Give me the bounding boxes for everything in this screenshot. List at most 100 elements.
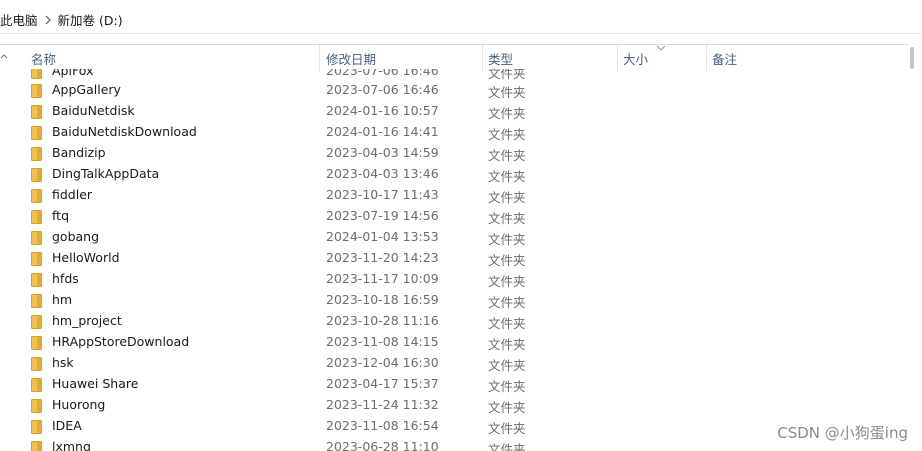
list-item[interactable]: HRAppStoreDownload 2023-11-08 14:15 文件夹 — [0, 332, 908, 353]
file-modified: 2023-10-18 16:59 — [326, 292, 439, 307]
folder-icon — [31, 126, 42, 140]
chevron-right-icon[interactable] — [38, 13, 58, 27]
list-item[interactable]: Huorong 2023-11-24 11:32 文件夹 — [0, 395, 908, 416]
file-name: HRAppStoreDownload — [52, 334, 190, 349]
list-item[interactable]: BaiduNetdiskDownload 2024-01-16 14:41 文件… — [0, 122, 908, 143]
file-name: ApiFox — [52, 69, 94, 78]
list-item[interactable]: HelloWorld 2023-11-20 14:23 文件夹 — [0, 248, 908, 269]
file-type: 文件夹 — [488, 148, 526, 163]
list-item[interactable]: lxmng 2023-06-28 11:10 文件夹 — [0, 437, 908, 451]
file-type: 文件夹 — [488, 211, 526, 226]
list-item[interactable]: gobang 2024-01-04 13:53 文件夹 — [0, 227, 908, 248]
list-item[interactable]: ftq 2023-07-19 14:56 文件夹 — [0, 206, 908, 227]
column-notes-label: 备注 — [712, 52, 738, 67]
file-modified: 2023-04-17 15:37 — [326, 376, 439, 391]
file-name: hfds — [52, 271, 79, 286]
folder-icon — [31, 273, 42, 287]
file-name: hsk — [52, 355, 74, 370]
list-item[interactable]: DingTalkAppData 2023-04-03 13:46 文件夹 — [0, 164, 908, 185]
file-modified: 2023-04-03 14:59 — [326, 145, 439, 160]
file-type: 文件夹 — [488, 421, 526, 436]
column-header-type[interactable]: 类型 — [482, 45, 617, 72]
file-type: 文件夹 — [488, 400, 526, 415]
column-header-modified[interactable]: 修改日期 — [320, 45, 482, 72]
list-item[interactable]: IDEA 2023-11-08 16:54 文件夹 — [0, 416, 908, 437]
list-item[interactable]: AppGallery 2023-07-06 16:46 文件夹 — [0, 80, 908, 101]
file-type: 文件夹 — [488, 190, 526, 205]
folder-icon — [31, 105, 42, 119]
file-name: HelloWorld — [52, 250, 120, 265]
list-item[interactable]: Huawei Share 2023-04-17 15:37 文件夹 — [0, 374, 908, 395]
folder-icon — [31, 231, 42, 245]
file-type: 文件夹 — [488, 379, 526, 394]
folder-icon — [31, 315, 42, 329]
file-type: 文件夹 — [488, 106, 526, 121]
file-modified: 2023-06-28 11:10 — [326, 439, 439, 451]
folder-icon — [31, 378, 42, 392]
folder-icon — [31, 420, 42, 434]
file-modified: 2023-11-24 11:32 — [326, 397, 439, 412]
file-explorer-window: 此电脑 新加卷 (D:) 名称 修改日期 类型 大小 备注 ApiFox 202… — [0, 0, 922, 451]
list-item[interactable]: hm 2023-10-18 16:59 文件夹 — [0, 290, 908, 311]
file-modified: 2023-11-20 14:23 — [326, 250, 439, 265]
file-name: gobang — [52, 229, 100, 244]
list-item[interactable]: Bandizip 2023-04-03 14:59 文件夹 — [0, 143, 908, 164]
file-name: DingTalkAppData — [52, 166, 160, 181]
file-name: Huawei Share — [52, 376, 139, 391]
file-modified: 2023-10-28 11:16 — [326, 313, 439, 328]
file-type: 文件夹 — [488, 85, 526, 100]
folder-icon — [31, 399, 42, 413]
folder-icon — [31, 336, 42, 350]
file-modified: 2023-07-06 16:46 — [326, 69, 439, 78]
file-modified: 2023-11-08 14:15 — [326, 334, 439, 349]
breadcrumb[interactable]: 此电脑 新加卷 (D:) — [0, 6, 922, 34]
breadcrumb-drive-d[interactable]: 新加卷 (D:) — [58, 10, 123, 29]
file-name: ftq — [52, 208, 70, 223]
scrollbar-thumb[interactable] — [910, 47, 914, 69]
file-list: ApiFox 2023-07-06 16:46 文件夹 AppGallery 2… — [0, 69, 908, 451]
folder-icon — [31, 441, 42, 451]
folder-icon — [31, 69, 42, 79]
file-name: BaiduNetdiskDownload — [52, 124, 197, 139]
file-modified: 2023-11-17 10:09 — [326, 271, 439, 286]
file-name: Huorong — [52, 397, 106, 412]
file-name: Bandizip — [52, 145, 106, 160]
file-modified: 2023-04-03 13:46 — [326, 166, 439, 181]
column-size-label: 大小 — [623, 52, 649, 67]
folder-icon — [31, 84, 42, 98]
address-bar: 此电脑 新加卷 (D:) — [0, 0, 922, 40]
column-header-size[interactable]: 大小 — [617, 45, 706, 72]
folder-icon — [31, 210, 42, 224]
file-type: 文件夹 — [488, 295, 526, 310]
file-name: BaiduNetdisk — [52, 103, 135, 118]
file-name: hm_project — [52, 313, 122, 328]
column-header-notes[interactable]: 备注 — [706, 45, 906, 72]
list-item[interactable]: hsk 2023-12-04 16:30 文件夹 — [0, 353, 908, 374]
file-modified: 2023-10-17 11:43 — [326, 187, 439, 202]
watermark-text: CSDN @小狗蛋ing — [777, 424, 908, 442]
file-type: 文件夹 — [488, 232, 526, 247]
folder-icon — [31, 294, 42, 308]
file-name: fiddler — [52, 187, 93, 202]
file-name: IDEA — [52, 418, 82, 433]
list-item[interactable]: hfds 2023-11-17 10:09 文件夹 — [0, 269, 908, 290]
file-type: 文件夹 — [488, 274, 526, 289]
folder-icon — [31, 357, 42, 371]
file-modified: 2023-11-08 16:54 — [326, 418, 439, 433]
list-item[interactable]: fiddler 2023-10-17 11:43 文件夹 — [0, 185, 908, 206]
file-type: 文件夹 — [488, 337, 526, 352]
column-header-name[interactable]: 名称 — [25, 45, 320, 72]
file-type: 文件夹 — [488, 358, 526, 373]
column-type-label: 类型 — [488, 52, 514, 67]
list-item[interactable]: BaiduNetdisk 2024-01-16 10:57 文件夹 — [0, 101, 908, 122]
file-modified: 2023-07-06 16:46 — [326, 82, 439, 97]
file-type: 文件夹 — [488, 253, 526, 268]
list-item[interactable]: hm_project 2023-10-28 11:16 文件夹 — [0, 311, 908, 332]
file-name: lxmng — [52, 439, 91, 451]
column-name-label: 名称 — [31, 52, 57, 67]
vertical-scrollbar[interactable] — [908, 44, 922, 451]
chevron-up-icon[interactable] — [0, 52, 8, 60]
breadcrumb-this-pc[interactable]: 此电脑 — [0, 10, 38, 29]
file-name: hm — [52, 292, 73, 307]
folder-icon — [31, 147, 42, 161]
